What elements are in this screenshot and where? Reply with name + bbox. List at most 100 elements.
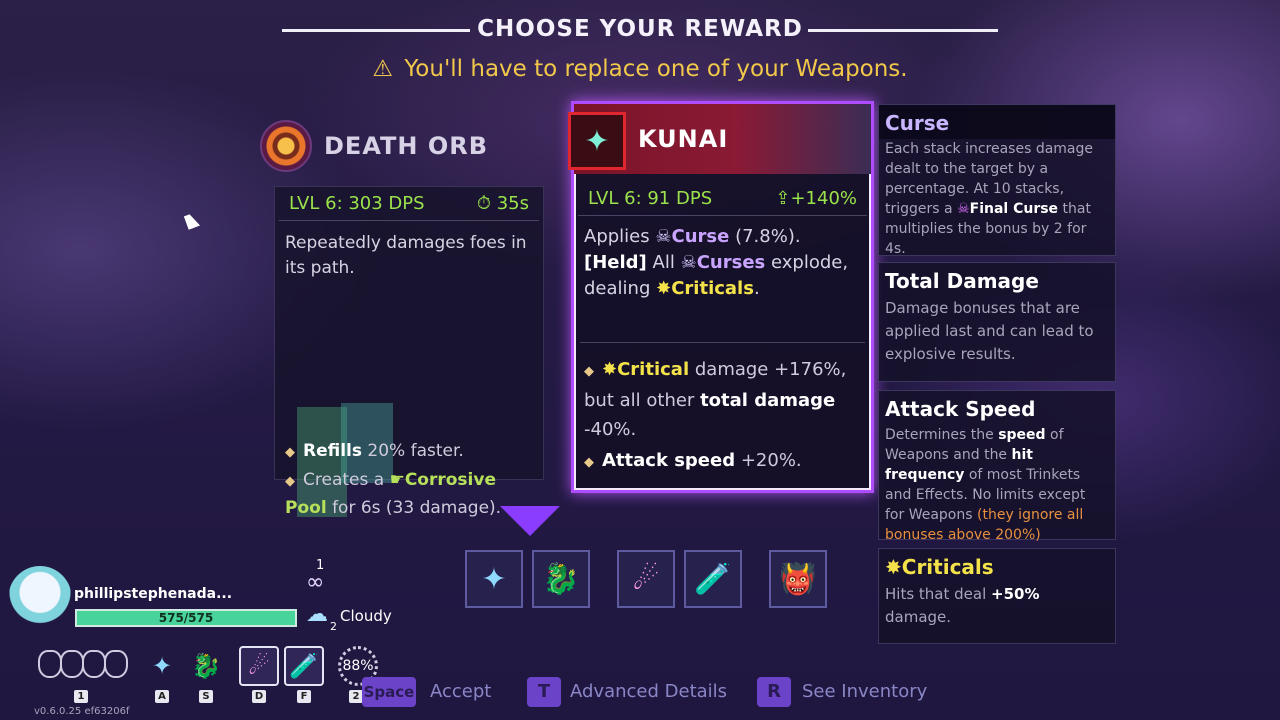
- diamond-bullet-icon: ◆: [584, 455, 594, 470]
- tooltip-curse: Curse Each stack increases damage dealt …: [878, 104, 1116, 257]
- dragon-icon: 🐉: [191, 652, 221, 680]
- tooltip-attack-speed: Attack Speed Determines the speed of Wea…: [878, 390, 1116, 543]
- desc-text: explode,: [771, 252, 849, 273]
- kunai-icon: ✦: [481, 561, 507, 597]
- cooldown-value: 35s: [496, 193, 529, 214]
- accept-button[interactable]: Accept: [430, 681, 491, 702]
- hud-weapon-comet[interactable]: ☄: [239, 646, 279, 686]
- r-key-badge[interactable]: R: [757, 677, 791, 707]
- see-inventory-button[interactable]: See Inventory: [802, 681, 927, 702]
- dps-change-value: +140%: [790, 188, 857, 209]
- empty-potion-icon: [82, 650, 106, 678]
- comet-icon: ☄: [248, 652, 270, 680]
- bullet-text: 20% faster.: [367, 441, 464, 461]
- key-hint: A: [155, 690, 169, 703]
- page-title: CHOOSE YOUR REWARD: [477, 16, 803, 42]
- empty-potion-icon: [60, 650, 84, 678]
- desc-keyword: Curses: [696, 252, 766, 273]
- reward-card-kunai[interactable]: ✦ KUNAI LVL 6: 91 DPS ⇪+140% Applies ☠Cu…: [568, 101, 874, 493]
- card-description: Repeatedly damages foes in its path.: [285, 233, 527, 278]
- desc-line: Applies ☠Curse (7.8%).: [584, 224, 861, 250]
- tooltip-text-part: Hits that deal: [885, 585, 987, 603]
- potion-jar-icon: 🧪: [289, 652, 319, 680]
- card-body: LVL 6: 303 DPS ⏱ 35s Repeatedly damages …: [274, 186, 544, 518]
- reward-card-death-orb[interactable]: DEATH ORB LVL 6: 303 DPS ⏱ 35s Repeatedl…: [260, 112, 550, 518]
- hand-icon: ☛: [389, 470, 405, 490]
- inventory-slot-kunai[interactable]: ✦: [465, 550, 523, 608]
- bullet-text: +20%.: [740, 450, 802, 471]
- card-description: Applies ☠Curse (7.8%). [Held] All ☠Curse…: [574, 216, 871, 342]
- health-text: 575/575: [158, 611, 214, 625]
- tooltip-keyword: speed: [998, 427, 1046, 443]
- tooltip-title: Curse: [879, 105, 1115, 139]
- space-key-badge[interactable]: Space: [362, 677, 416, 707]
- key-hint: D: [252, 690, 266, 703]
- hud-weapon-potion-jar[interactable]: 🧪: [284, 646, 324, 686]
- stat-row: LVL 6: 303 DPS ⏱ 35s: [279, 187, 539, 221]
- starburst-icon: ✸: [602, 359, 618, 380]
- desc-held: [Held]: [584, 252, 647, 273]
- starburst-icon: ✸: [656, 278, 672, 299]
- bullet-bold: total damage: [700, 390, 836, 411]
- card-title: KUNAI: [638, 125, 729, 153]
- card-title: DEATH ORB: [324, 132, 489, 160]
- skull-icon: ☠: [680, 252, 697, 273]
- hud-weapon-kunai[interactable]: ✦: [142, 646, 182, 686]
- key-hint: S: [199, 690, 213, 703]
- tooltip-total-damage: Total Damage Damage bonuses that are app…: [878, 262, 1116, 382]
- desc-text: Applies: [584, 226, 650, 247]
- death-orb-icon: [260, 120, 312, 172]
- inventory-slot-potion-jar[interactable]: 🧪: [684, 550, 742, 608]
- tooltip-text: Determines the speed of Weapons and the …: [879, 425, 1115, 551]
- bullet-keyword: Refills: [303, 441, 362, 461]
- key-hint: 1: [74, 690, 88, 703]
- empty-potion-icon: [104, 650, 128, 678]
- advanced-details-button[interactable]: Advanced Details: [570, 681, 727, 702]
- dragon-icon: 🐉: [542, 561, 580, 597]
- desc-text: (7.8%).: [735, 226, 801, 247]
- stopwatch-icon: ⏱: [476, 193, 491, 214]
- warning-text: You'll have to replace one of your Weapo…: [404, 56, 908, 82]
- t-key-badge[interactable]: T: [527, 677, 561, 707]
- skull-icon: ☠: [957, 201, 970, 217]
- desc-keyword: Criticals: [671, 278, 754, 299]
- health-bar: 575/575: [75, 609, 297, 627]
- tooltip-text: Each stack increases damage dealt to the…: [879, 139, 1115, 265]
- key-hint: F: [297, 690, 311, 703]
- hud-weapon-dragon[interactable]: 🐉: [186, 646, 226, 686]
- bullet-item: ◆ Attack speed +20%.: [584, 446, 861, 477]
- desc-line: dealing ✸Criticals.: [584, 276, 861, 302]
- tooltip-text: Hits that deal +50% damage.: [879, 583, 1115, 635]
- tooltip-text-part: damage.: [885, 608, 952, 626]
- dps-change: ⇪+140%: [775, 188, 857, 209]
- comet-icon: ☄: [632, 561, 660, 597]
- tooltip-keyword: +50%: [991, 585, 1040, 603]
- warning-icon: ⚠: [372, 56, 393, 82]
- weather-count: 2: [330, 620, 337, 633]
- player-name: phillipstephenada...: [74, 586, 233, 602]
- desc-text: .: [753, 278, 760, 299]
- key-hint: 2: [349, 690, 363, 703]
- title-line-left: [282, 29, 470, 32]
- tooltip-text: Damage bonuses that are applied last and…: [885, 299, 1094, 363]
- bullet-item: ◆ Creates a ☛Corrosive Pool for 6s (33 da…: [285, 467, 533, 522]
- bullet-item: ◆ ✸Critical damage +176%, but all other t…: [584, 355, 861, 444]
- title-line-right: [808, 29, 998, 32]
- dps-stat: LVL 6: 303 DPS: [289, 193, 425, 214]
- card-header: ✦ KUNAI: [568, 104, 871, 174]
- inventory-slot-comet[interactable]: ☄: [617, 550, 675, 608]
- inventory-slot-dragon[interactable]: 🐉: [532, 550, 590, 608]
- bullet-keyword: Critical: [617, 359, 690, 380]
- desc-text: All: [652, 252, 675, 273]
- upgrade-icon: ⇪: [775, 188, 791, 209]
- tooltip-text-part: Determines the: [885, 427, 994, 443]
- selection-arrow-icon: [500, 506, 560, 536]
- mouse-cursor-icon: [183, 212, 201, 230]
- bullet-bold: Attack speed: [602, 450, 736, 471]
- inventory-slot-monster-orb[interactable]: 👹: [769, 550, 827, 608]
- replace-warning: ⚠ You'll have to replace one of your Wea…: [300, 56, 980, 82]
- bullet-text: for 6s (33 damage).: [332, 498, 502, 518]
- desc-keyword: Curse: [671, 226, 730, 247]
- empty-potion-icon: [38, 650, 62, 678]
- weather-label: Cloudy: [340, 607, 392, 625]
